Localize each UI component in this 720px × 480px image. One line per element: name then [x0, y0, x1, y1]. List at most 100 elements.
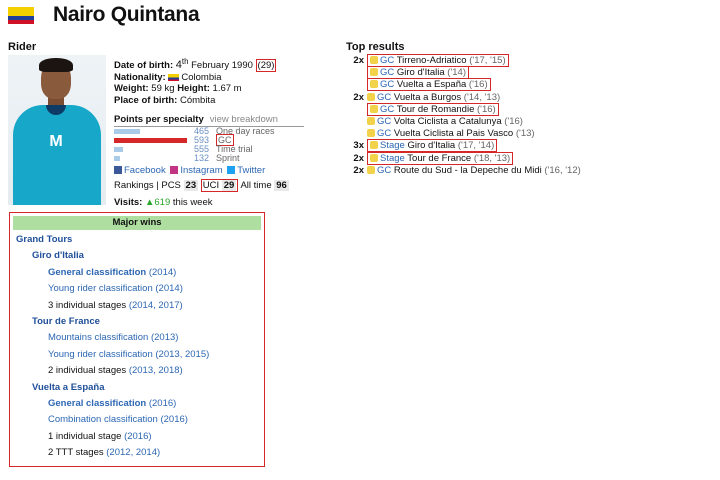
result-race[interactable]: Tirreno-Adriatico — [397, 55, 467, 66]
result-category[interactable]: GC — [380, 55, 394, 66]
nationality-link[interactable]: Colombia — [181, 72, 221, 83]
pcs-rank[interactable]: 23 — [183, 180, 199, 191]
result-count: 2x — [353, 55, 364, 66]
result-race[interactable]: Vuelta Ciclista al Pais Vasco — [394, 128, 513, 139]
major-wins-title: Major wins — [13, 216, 261, 230]
win-years[interactable]: (2014) — [149, 267, 176, 278]
pps-title: Points per specialty — [114, 114, 204, 125]
result-entry: GC Vuelta a España ('16) — [367, 78, 491, 92]
list-item: Young rider classification (2014) — [16, 281, 258, 297]
win-link[interactable]: Combination classification — [48, 414, 158, 425]
win-years[interactable]: (2014) — [155, 283, 182, 294]
list-item: 2 TTT stages (2012, 2014) — [16, 445, 258, 461]
win-years[interactable]: (2013, 2018) — [129, 365, 183, 376]
twitter-link[interactable]: Twitter — [237, 165, 265, 176]
top-result-row: GC Tour de Romandie ('16) — [346, 102, 499, 116]
up-arrow-icon: ▲ — [144, 197, 155, 208]
win-link[interactable]: Young rider classification — [48, 283, 153, 294]
win-link[interactable]: General classification — [48, 398, 146, 409]
result-category[interactable]: GC — [377, 165, 391, 176]
jersey-icon — [370, 80, 378, 89]
pps-value: 132 — [194, 153, 210, 163]
uci-rank[interactable]: 29 — [221, 180, 237, 191]
result-race[interactable]: Tour de France — [407, 153, 471, 164]
visits: Visits: ▲619 this week — [114, 197, 213, 208]
social-links: Facebook Instagram Twitter — [114, 165, 265, 176]
top-result-row: GC Giro d'Italia ('14) — [346, 66, 470, 80]
result-years: ('17, '14) — [457, 140, 495, 152]
win-link[interactable]: Young rider classification — [48, 349, 153, 360]
alltime-rank[interactable]: 96 — [274, 180, 289, 191]
result-entry: Stage Giro d'Italia ('17, '14) — [367, 139, 498, 153]
result-race[interactable]: Vuelta a Burgos — [394, 92, 461, 103]
result-years: ('16) — [504, 116, 523, 127]
pps-row-one-day[interactable]: 465 One day races — [114, 127, 304, 136]
win-link[interactable]: General classification — [48, 267, 146, 278]
result-count: 2x — [353, 164, 364, 176]
result-years: ('13) — [515, 128, 535, 140]
result-category[interactable]: GC — [380, 79, 394, 90]
result-race[interactable]: Giro d'Italia — [407, 140, 455, 151]
pob-label: Place of birth: — [114, 94, 178, 106]
facebook-link[interactable]: Facebook — [124, 165, 166, 176]
result-race[interactable]: Vuelta a España — [397, 79, 466, 90]
win-link[interactable]: Mountains classification — [48, 332, 148, 343]
result-category[interactable]: GC — [377, 116, 391, 127]
jersey-icon — [367, 92, 375, 101]
win-years[interactable]: (2012, 2014) — [106, 447, 160, 458]
list-item: 3 individual stages (2014, 2017) — [16, 298, 258, 314]
result-years: ('18, '13) — [473, 152, 511, 164]
result-category[interactable]: GC — [380, 104, 394, 115]
result-category[interactable]: GC — [377, 92, 391, 103]
result-race[interactable]: Giro d'Italia — [397, 67, 445, 78]
win-years[interactable]: (2016) — [124, 431, 151, 442]
win-years[interactable]: (2016) — [149, 398, 176, 409]
dob-suffix: th — [181, 57, 189, 66]
jersey-icon — [370, 104, 378, 113]
pps-row-gc[interactable]: 593 GC — [114, 134, 304, 146]
top-result-row: GC Volta Ciclista a Catalunya ('16) — [346, 116, 523, 128]
win-text: 2 TTT stages — [48, 447, 104, 459]
nationality-label: Nationality: — [114, 71, 166, 83]
tour-heading[interactable]: Tour de France — [16, 314, 258, 330]
dob-year: 1990 — [231, 60, 253, 72]
win-years[interactable]: (2016) — [160, 414, 187, 425]
pps-row-time-trial[interactable]: 555 Time trial — [114, 145, 304, 154]
top-result-row: GC Vuelta Ciclista al Pais Vasco ('13) — [346, 128, 535, 140]
win-years[interactable]: (2013) — [151, 332, 178, 343]
result-race[interactable]: Route du Sud - la Depeche du Midi — [394, 165, 542, 176]
result-entry: Stage Tour de France ('18, '13) — [367, 151, 514, 165]
colombia-flag-icon — [168, 73, 180, 81]
list-item: Young rider classification (2013, 2015) — [16, 347, 258, 363]
major-wins-box: Major wins Grand Tours Giro d'Italia Gen… — [9, 212, 265, 467]
pps-bar-one-day — [114, 129, 141, 134]
height-label: Height: — [177, 83, 210, 95]
result-race[interactable]: Tour de Romandie — [397, 104, 475, 115]
pps-label: Sprint — [216, 153, 240, 163]
rider-name: Nairo Quintana — [53, 3, 200, 26]
view-breakdown-link[interactable]: view breakdown — [210, 114, 278, 125]
dob-label: Date of birth: — [114, 60, 174, 72]
result-category[interactable]: GC — [380, 67, 394, 78]
result-category[interactable]: GC — [377, 128, 391, 139]
result-entry: GC Tour de Romandie ('16) — [367, 102, 499, 116]
result-race[interactable]: Volta Ciclista a Catalunya — [394, 116, 502, 127]
weight-label: Weight: — [114, 83, 149, 95]
top-result-row: 3x Stage Giro d'Italia ('17, '14) — [346, 139, 498, 153]
win-years[interactable]: (2014, 2017) — [129, 300, 183, 311]
win-years[interactable]: (2013, 2015) — [155, 349, 209, 360]
pps-row-sprint[interactable]: 132 Sprint — [114, 154, 304, 163]
top-results-title: Top results — [346, 41, 405, 53]
result-category[interactable]: Stage — [380, 153, 405, 164]
result-years: ('14, '13) — [463, 91, 501, 103]
vuelta-heading[interactable]: Vuelta a España — [16, 380, 258, 396]
result-category[interactable]: Stage — [380, 140, 405, 151]
giro-heading[interactable]: Giro d'Italia — [16, 248, 258, 264]
colombia-flag-icon — [8, 7, 34, 24]
result-entry: GC Route du Sud - la Depeche du Midi ('1… — [367, 165, 581, 176]
instagram-link[interactable]: Instagram — [180, 165, 222, 176]
rankings: Rankings | PCS 23 UCI 29 All time 96 — [114, 179, 289, 192]
uci-label: UCI — [202, 180, 220, 191]
top-result-row: 2x GC Route du Sud - la Depeche du Midi (… — [346, 164, 581, 177]
top-result-row: 2x Stage Tour de France ('18, '13) — [346, 151, 514, 165]
